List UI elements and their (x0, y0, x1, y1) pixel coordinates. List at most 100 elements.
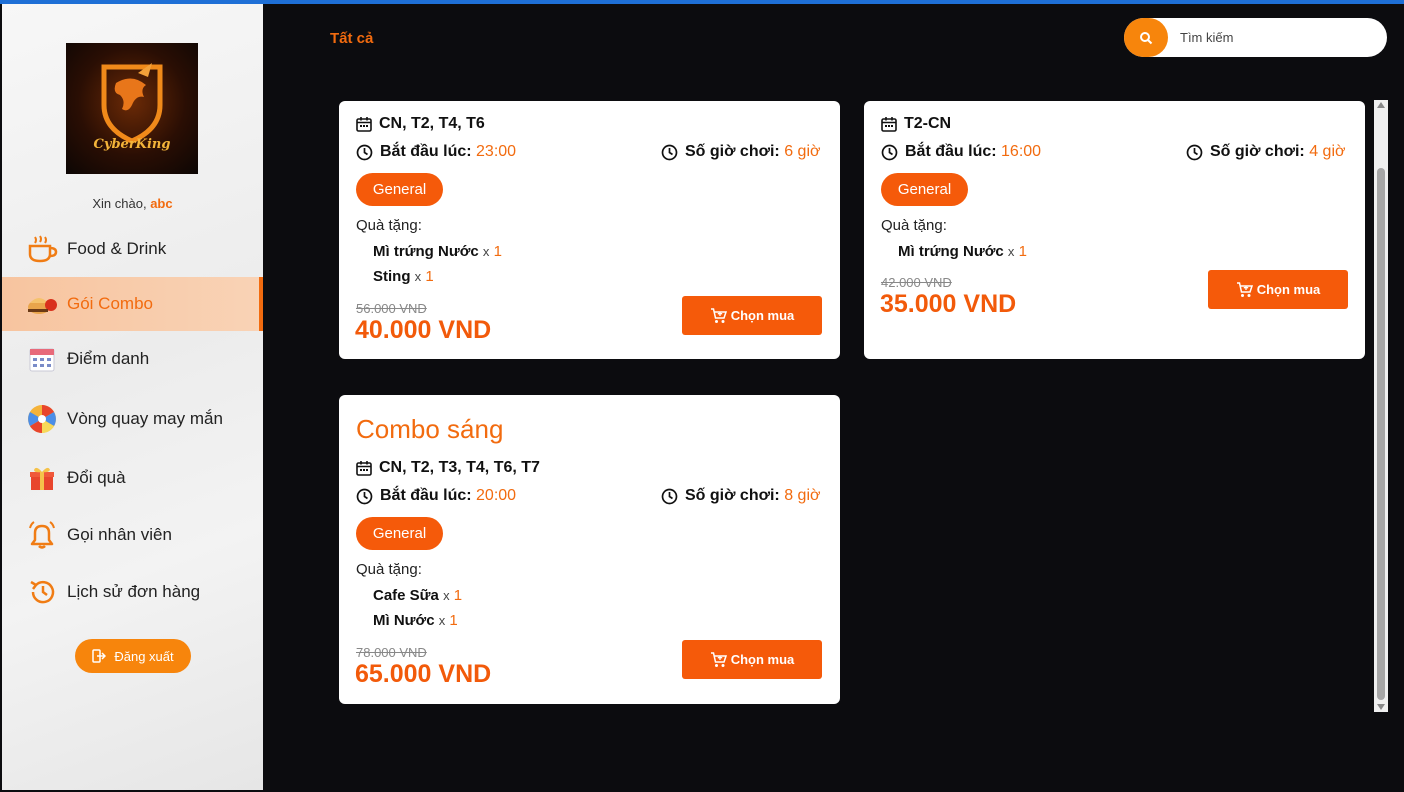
gift-item: Mì trứng Nước x 1 (898, 243, 1027, 260)
clock-icon (661, 488, 678, 504)
sidebar-item-label: Điểm danh (67, 349, 150, 368)
scroll-up-arrow-icon[interactable] (1377, 102, 1385, 108)
clock-icon (661, 144, 678, 160)
combo-card: CN, T2, T4, T6 Bắt đầu lúc: 23:00 Số giờ… (339, 101, 840, 359)
start-time-value: 16:00 (1001, 143, 1042, 160)
clock-icon (1186, 144, 1203, 160)
combo-days: CN, T2, T3, T4, T6, T7 (356, 459, 540, 477)
username: abc (150, 196, 173, 211)
days-text: T2-CN (904, 115, 952, 132)
original-price: 78.000 VND (356, 645, 427, 660)
calendar-icon (356, 117, 372, 132)
search-input[interactable] (1180, 26, 1375, 49)
sidebar-item-order-history[interactable]: Lịch sử đơn hàng (2, 565, 263, 619)
greeting: Xin chào, abc (2, 196, 263, 211)
clock-icon (356, 144, 373, 160)
bell-icon (26, 519, 58, 551)
logout-icon (92, 649, 107, 663)
gift-qty: 1 (425, 268, 434, 285)
gift-item: Mì Nước x 1 (373, 612, 458, 629)
combo-start-time: Bắt đầu lúc: 23:00 (356, 143, 516, 161)
gift-item: Mì trứng Nước x 1 (373, 243, 502, 260)
days-text: CN, T2, T3, T4, T6, T7 (379, 459, 540, 476)
gift-multiplier: x (482, 244, 490, 259)
clock-icon (356, 488, 373, 504)
category-badge: General (356, 173, 443, 206)
start-label: Bắt đầu lúc: (380, 143, 472, 160)
sidebar: CyberKing Xin chào, abc Food & Drink Gói… (2, 4, 263, 790)
sidebar-item-label: Lịch sử đơn hàng (67, 582, 201, 601)
sidebar-item-food-drink[interactable]: Food & Drink (2, 222, 263, 276)
sidebar-item-redeem[interactable]: Đổi quà (2, 451, 263, 505)
combo-play-hours: Số giờ chơi: 8 giờ (661, 487, 821, 505)
hours-label: Số giờ chơi: (1210, 143, 1305, 160)
combo-card: Combo sáng CN, T2, T3, T4, T6, T7 Bắt đầ… (339, 395, 840, 704)
gift-name: Cafe Sữa (373, 587, 439, 604)
start-label: Bắt đầu lúc: (905, 143, 997, 160)
buy-label: Chọn mua (1256, 282, 1321, 297)
sale-price: 65.000 VND (355, 660, 492, 688)
gift-item: Sting x 1 (373, 268, 434, 285)
combo-card: T2-CN Bắt đầu lúc: 16:00 Số giờ chơi: 4 … (864, 101, 1365, 359)
sidebar-item-label: Gọi nhân viên (67, 525, 172, 544)
combo-title: Combo sáng (356, 414, 504, 444)
hours-value: 4 giờ (1309, 143, 1346, 160)
lucky-wheel-icon (26, 403, 58, 435)
gift-name: Mì trứng Nước (898, 243, 1004, 260)
dragon-shield-icon (101, 63, 163, 144)
gift-multiplier: x (1007, 244, 1015, 259)
logo-text: CyberKing (93, 137, 171, 152)
calendar-icon (26, 343, 58, 375)
gifts-label: Quà tặng: (356, 561, 422, 578)
hours-label: Số giờ chơi: (685, 487, 780, 504)
gift-name: Mì Nước (373, 612, 435, 629)
sidebar-item-label: Đổi quà (67, 468, 126, 487)
gifts-label: Quà tặng: (881, 217, 947, 234)
days-text: CN, T2, T4, T6 (379, 115, 485, 132)
start-label: Bắt đầu lúc: (380, 487, 472, 504)
history-icon (26, 576, 58, 608)
sidebar-item-call-staff[interactable]: Gọi nhân viên (2, 508, 263, 562)
gift-multiplier: x (414, 269, 422, 284)
scroll-down-arrow-icon[interactable] (1377, 704, 1385, 710)
combo-start-time: Bắt đầu lúc: 16:00 (881, 143, 1041, 161)
original-price: 56.000 VND (356, 301, 427, 316)
gift-name: Mì trứng Nước (373, 243, 479, 260)
scrollbar-thumb[interactable] (1377, 168, 1385, 700)
sale-price: 40.000 VND (355, 316, 492, 344)
cart-icon (710, 307, 727, 323)
cart-icon (1236, 281, 1253, 297)
sidebar-item-lucky-wheel[interactable]: Vòng quay may mắn (2, 392, 263, 446)
greeting-text: Xin chào, (92, 196, 147, 211)
category-badge: General (881, 173, 968, 206)
combo-days: CN, T2, T4, T6 (356, 115, 485, 133)
search-icon (1140, 31, 1153, 44)
app-logo: CyberKing (66, 43, 198, 174)
combo-play-hours: Số giờ chơi: 6 giờ (661, 143, 821, 161)
gift-qty: 1 (449, 612, 458, 629)
sidebar-item-label: Gói Combo (67, 294, 153, 313)
buy-button[interactable]: Chọn mua (682, 640, 822, 679)
start-time-value: 23:00 (476, 143, 517, 160)
hours-value: 8 giờ (784, 487, 821, 504)
original-price: 42.000 VND (881, 275, 952, 290)
logout-label: Đăng xuất (114, 648, 174, 664)
clock-icon (881, 144, 898, 160)
combo-start-time: Bắt đầu lúc: 20:00 (356, 487, 516, 505)
search-button[interactable] (1124, 18, 1168, 57)
gift-qty: 1 (493, 243, 502, 260)
cart-icon (710, 651, 727, 667)
buy-button[interactable]: Chọn mua (682, 296, 822, 335)
scrollbar[interactable] (1374, 100, 1388, 712)
logout-button[interactable]: Đăng xuất (75, 639, 191, 673)
filter-all-tab[interactable]: Tất cả (330, 30, 373, 47)
sidebar-item-attendance[interactable]: Điểm danh (2, 332, 263, 386)
search-bar (1124, 18, 1387, 57)
sidebar-item-combo[interactable]: Gói Combo (2, 277, 263, 331)
combo-play-hours: Số giờ chơi: 4 giờ (1186, 143, 1346, 161)
combo-days: T2-CN (881, 115, 951, 133)
category-badge: General (356, 517, 443, 550)
sidebar-item-label: Vòng quay may mắn (67, 409, 223, 428)
buy-label: Chọn mua (730, 308, 795, 323)
buy-button[interactable]: Chọn mua (1208, 270, 1348, 309)
